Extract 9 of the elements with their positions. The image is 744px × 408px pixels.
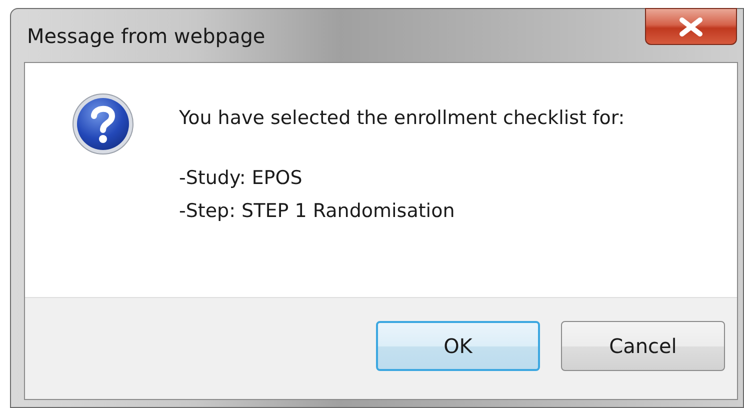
message-text: -Study: EPOS — [179, 166, 304, 190]
cancel-button[interactable]: Cancel — [561, 321, 725, 371]
window-title: Message from webpage — [27, 22, 266, 50]
close-icon — [678, 16, 704, 36]
question-icon — [71, 92, 135, 156]
message-text: You have selected the enrollment checklist for: — [179, 106, 625, 130]
close-button[interactable] — [645, 8, 737, 45]
ok-button[interactable]: OK — [376, 321, 540, 371]
message-text: -Step: STEP 1 Randomisation — [179, 199, 456, 223]
